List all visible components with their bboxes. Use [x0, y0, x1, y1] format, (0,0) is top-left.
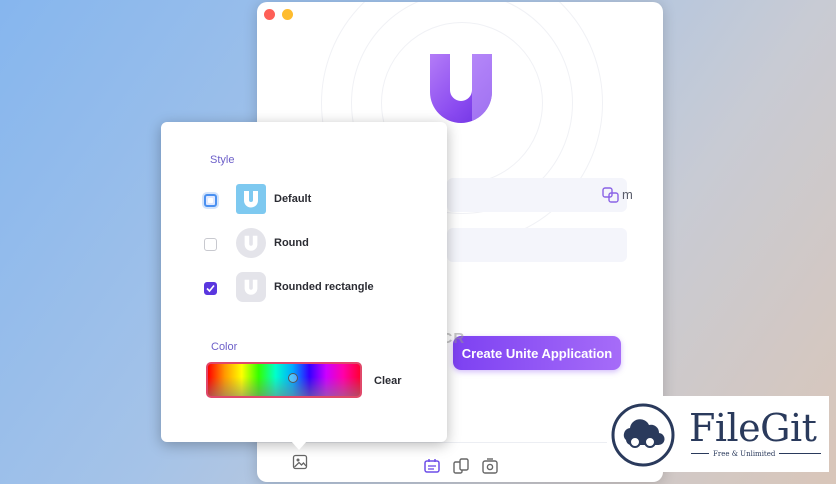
style-option-rounded-rectangle[interactable]: Rounded rectangle	[201, 272, 421, 304]
style-default-checkbox[interactable]	[204, 194, 217, 207]
create-app-tab-icon[interactable]	[423, 457, 441, 475]
color-picker-knob[interactable]	[288, 373, 298, 383]
filegit-watermark: FileGit Free & Unlimited	[607, 396, 829, 472]
bottom-toolbar	[257, 442, 663, 482]
style-rounded-rectangle-checkbox[interactable]	[204, 282, 217, 295]
settings-tab-icon[interactable]	[481, 457, 499, 475]
unite-logo	[430, 54, 492, 123]
round-style-thumbnail	[236, 228, 266, 258]
app-name-input[interactable]	[447, 228, 627, 262]
color-heading: Color	[211, 341, 238, 353]
app-icon-picker-icon[interactable]	[292, 454, 308, 470]
clear-color-button[interactable]: Clear	[374, 375, 402, 387]
create-unite-application-button[interactable]: Create Unite Application	[453, 336, 621, 370]
default-style-thumbnail	[236, 184, 266, 214]
filegit-tagline: Free & Unlimited	[709, 450, 780, 458]
url-input[interactable]: m	[447, 178, 633, 212]
icon-style-popover: Style Default Round Rounded rectangle Co…	[161, 122, 447, 450]
window-minimize-button[interactable]	[282, 9, 293, 20]
url-input-text: m	[622, 187, 633, 202]
style-option-round[interactable]: Round	[201, 228, 421, 260]
filegit-title: FileGit	[689, 406, 817, 450]
style-option-label: Rounded rectangle	[274, 281, 374, 293]
window-close-button[interactable]	[264, 9, 275, 20]
style-option-default[interactable]: Default	[201, 184, 421, 216]
rounded-rectangle-style-thumbnail	[236, 272, 266, 302]
style-option-label: Default	[274, 193, 312, 205]
link-icon[interactable]	[601, 185, 621, 205]
apps-library-tab-icon[interactable]	[452, 457, 470, 475]
style-heading: Style	[210, 154, 235, 166]
color-spectrum-picker[interactable]	[206, 362, 362, 398]
popover-arrow	[291, 441, 307, 450]
style-round-checkbox[interactable]	[204, 238, 217, 251]
filegit-logo-icon	[611, 403, 675, 467]
style-option-label: Round	[274, 237, 309, 249]
